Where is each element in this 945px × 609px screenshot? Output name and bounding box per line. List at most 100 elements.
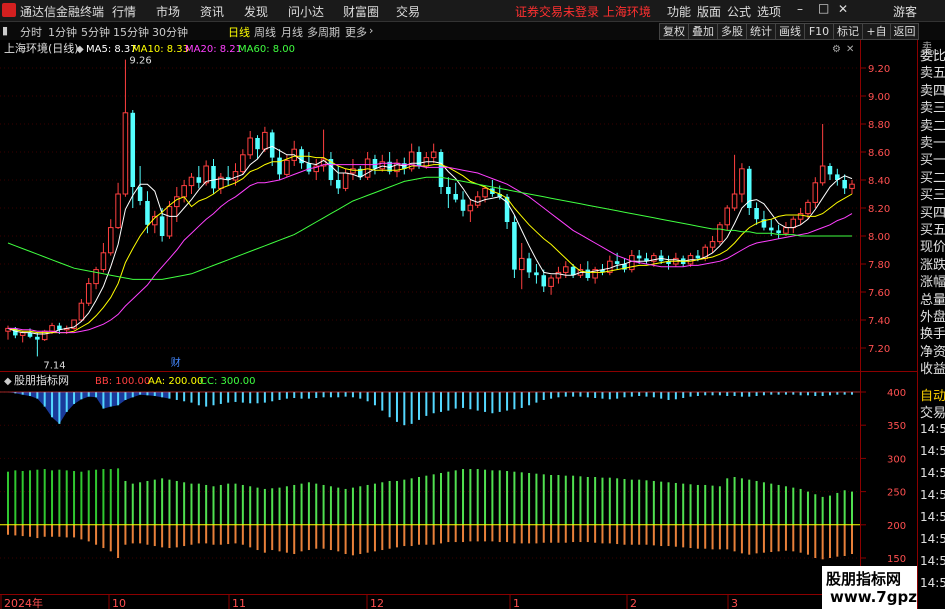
candle-body	[107, 227, 114, 254]
candle-body	[306, 163, 312, 172]
candle-body	[196, 177, 202, 183]
restore-icon[interactable]: □	[818, 1, 829, 15]
candle-body	[85, 283, 92, 304]
main-y-tick-label: 7.40	[868, 316, 890, 327]
candle-body	[812, 182, 819, 203]
candle-body	[768, 227, 774, 231]
guest-label[interactable]: 游客	[893, 3, 917, 20]
tab-period-1min[interactable]: 1分钟	[48, 24, 77, 40]
chevron-right-icon[interactable]: ›	[369, 24, 373, 37]
menu-ask[interactable]: 问小达	[288, 3, 324, 20]
tab-period-5min[interactable]: 5分钟	[81, 24, 110, 40]
login-status: 证券交易未登录 上海环境	[515, 5, 651, 19]
indicator-marker-icon: ◆	[4, 376, 12, 387]
trade-label[interactable]: 交易	[920, 402, 945, 421]
x-tick-label: 3	[731, 597, 738, 609]
multi-stock-button[interactable]: 多股	[717, 23, 747, 40]
candle-body	[562, 266, 569, 273]
menu-wealth-circle[interactable]: 财富圈	[343, 3, 379, 20]
ind-y-tick-label: 150	[887, 554, 906, 565]
trade-time-0: 14:5	[920, 422, 945, 436]
adjust-button[interactable]: 复权	[659, 23, 689, 40]
main-y-tick-label: 8.40	[868, 176, 890, 187]
candle-body	[240, 154, 246, 173]
trade-time-5: 14:5	[920, 532, 945, 546]
statistics-button[interactable]: 统计	[746, 23, 776, 40]
quote-field-10: 买五	[920, 223, 945, 238]
candle-body	[211, 166, 216, 189]
app-title: 通达信金融终端	[20, 5, 105, 19]
candle-body	[717, 224, 723, 243]
quote-field-0: 委比	[920, 49, 945, 64]
candle-body	[819, 165, 826, 184]
close-icon[interactable]: ✕	[838, 2, 848, 16]
tab-period-15min[interactable]: 15分钟	[113, 24, 149, 40]
settings-icon[interactable]: ⚙	[832, 44, 841, 55]
candle-body	[130, 112, 136, 187]
menu-function[interactable]: 功能	[667, 3, 691, 20]
quote-field-4: 卖二	[920, 118, 945, 134]
candle-body	[534, 272, 539, 276]
menu-trade[interactable]: 交易	[396, 3, 420, 20]
draw-line-button[interactable]: 画线	[775, 23, 805, 40]
overlay-button[interactable]: 叠加	[688, 23, 718, 40]
candle-body	[438, 152, 444, 187]
menu-options[interactable]: 选项	[757, 3, 781, 20]
menu-quotes[interactable]: 行情	[112, 3, 136, 20]
tab-period-monthly[interactable]: 月线	[281, 24, 303, 40]
quote-field-13: 涨幅	[920, 275, 945, 291]
menu-news[interactable]: 资讯	[200, 3, 224, 20]
main-y-tick-label: 9.00	[868, 92, 890, 103]
candle-body	[474, 196, 481, 206]
tab-period-more[interactable]: 更多	[345, 24, 367, 40]
f10-button[interactable]: F10	[804, 23, 834, 40]
menu-formula[interactable]: 公式	[727, 3, 751, 20]
finance-event-marker[interactable]: 财	[171, 356, 181, 369]
candle-body	[115, 193, 121, 229]
candle-body	[203, 165, 209, 184]
quote-field-1: 卖五	[920, 66, 945, 82]
close-panel-icon[interactable]: ✕	[846, 44, 854, 55]
chart-area[interactable]: 上海环境(日线) ◆ MA5: 8.37 MA10: 8.33 MA20: 8.…	[0, 40, 917, 609]
main-y-tick-label: 7.60	[868, 288, 890, 299]
indicator-title: 股朋指标网	[14, 373, 69, 387]
candle-body	[783, 227, 789, 234]
high-price-marker: 9.26	[129, 56, 151, 67]
add-watchlist-button[interactable]: +自选	[862, 23, 891, 53]
quote-field-11: 现价	[920, 240, 945, 256]
tab-period-multi[interactable]: 多周期	[307, 24, 340, 40]
candle-body	[827, 166, 833, 175]
toolbar-collapse-icon[interactable]: ▮	[2, 24, 8, 37]
x-tick-label: 10	[112, 597, 126, 609]
quote-field-17: 净资	[920, 344, 945, 360]
candle-body	[232, 171, 239, 181]
minimize-icon[interactable]: –	[797, 2, 803, 16]
candle-body	[695, 255, 701, 259]
mark-button[interactable]: 标记	[833, 23, 863, 40]
candle-body	[842, 180, 847, 189]
menu-discover[interactable]: 发现	[244, 3, 268, 20]
candle-body	[335, 180, 341, 189]
main-y-tick-label: 8.20	[868, 204, 890, 215]
candle-body	[585, 269, 591, 278]
trade-time-2: 14:5	[920, 466, 945, 480]
tab-period-30min[interactable]: 30分钟	[152, 24, 188, 40]
candle-body	[255, 138, 260, 150]
menubar: 通达信金融终端 行情 市场 资讯 发现 问小达 财富圈 交易 证券交易未登录 上…	[0, 0, 945, 22]
back-button[interactable]: 返回	[890, 23, 919, 40]
main-y-tick-label: 8.00	[868, 232, 890, 243]
candle-body	[137, 187, 143, 201]
menu-layout[interactable]: 版面	[697, 3, 721, 20]
indicator-bb-label: BB: 100.00	[95, 376, 150, 387]
tab-period-intraday[interactable]: 分时	[20, 24, 42, 40]
watermark: 股朋指标网 www.7gpzb.com	[822, 566, 945, 609]
tab-period-weekly[interactable]: 周线	[254, 24, 276, 40]
quote-field-6: 买一	[920, 153, 945, 169]
ma10-label: MA10: 8.33	[132, 44, 189, 55]
quote-field-5: 卖一	[920, 136, 945, 151]
candle-body	[342, 172, 349, 189]
ind-y-tick-label: 300	[887, 454, 906, 465]
quote-field-3: 卖三	[920, 101, 945, 117]
menu-market[interactable]: 市场	[156, 3, 180, 20]
tab-period-daily[interactable]: 日线	[228, 24, 250, 40]
